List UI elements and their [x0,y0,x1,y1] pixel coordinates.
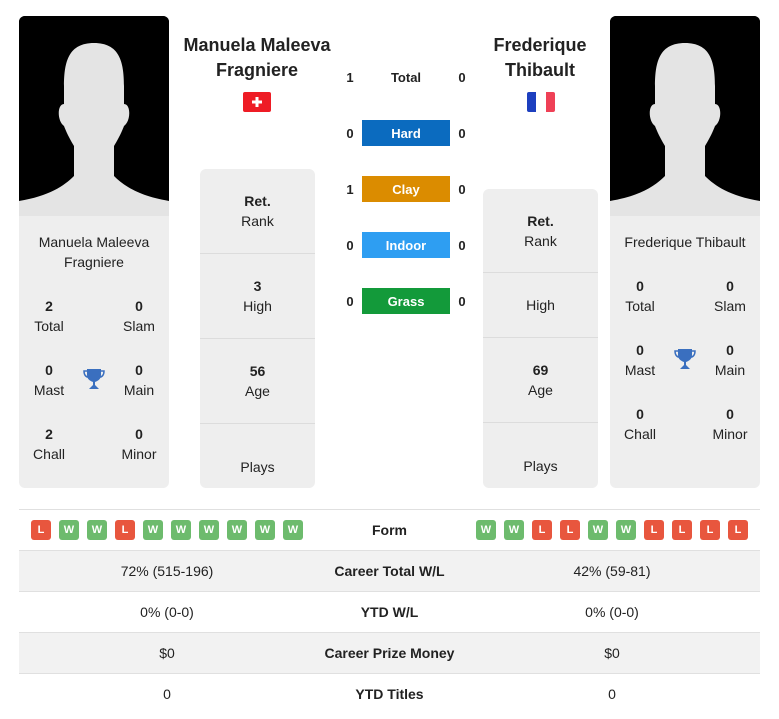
ytd-wl-right: 0% (0-0) [585,604,639,620]
h2h-indoor-right: 0 [458,237,466,253]
player-left-photo [19,16,169,216]
surface-hard-button[interactable]: Hard [362,120,450,146]
prize-money-label: Career Prize Money [324,645,455,661]
titles-main: 0 Main [123,362,155,398]
player-left-card-name[interactable]: Manuela Maleeva Fragniere [19,232,169,272]
titles-chall: 0 Chall [624,406,656,442]
info-age: 56 Age [200,339,315,424]
form-badge-win[interactable]: W [476,520,496,540]
switzerland-flag-icon [243,92,271,112]
info-age: 69 Age [483,338,598,423]
form-right: WWLLWWLLLL [464,520,760,540]
h2h-hard-right: 0 [458,125,466,141]
player-right-card-name[interactable]: Frederique Thibault [610,232,760,252]
titles-mast: 0 Mast [33,362,65,398]
prize-money-left: $0 [159,645,175,661]
titles-total: 2 Total [34,298,64,334]
form-badge-loss[interactable]: L [532,520,552,540]
form-badge-win[interactable]: W [87,520,107,540]
table-row: 0% (0-0) YTD W/L 0% (0-0) [19,591,760,632]
h2h-hard-left: 0 [346,125,354,141]
h2h-hard-row: 0 Hard 0 [340,120,475,146]
form-badge-loss[interactable]: L [560,520,580,540]
ytd-titles-right: 0 [608,686,616,702]
h2h-total-row: 1 Total 0 [340,64,475,90]
player-right-name[interactable]: Frederique Thibault [470,33,610,83]
form-badge-win[interactable]: W [504,520,524,540]
form-badge-win[interactable]: W [255,520,275,540]
form-badge-win[interactable]: W [171,520,191,540]
info-plays: Plays [240,458,275,475]
h2h-grass-row: 0 Grass 0 [340,288,475,314]
silhouette-icon [610,16,760,216]
titles-mast: 0 Mast [624,342,656,378]
table-row: 72% (515-196) Career Total W/L 42% (59-8… [19,550,760,591]
h2h-grass-left: 0 [346,293,354,309]
h2h-indoor-left: 0 [346,237,354,253]
surface-clay-button[interactable]: Clay [362,176,450,202]
info-high: 3 High [200,254,315,339]
titles-slam: 0 Slam [714,278,746,314]
prize-money-right: $0 [604,645,620,661]
titles-chall: 2 Chall [33,426,65,462]
info-rank: Ret. Rank [200,169,315,254]
form-badge-loss[interactable]: L [31,520,51,540]
form-badge-loss[interactable]: L [728,520,748,540]
h2h-total-left: 1 [346,69,354,85]
form-left: LWWLWWWWWW [19,520,315,540]
silhouette-icon [19,16,169,216]
form-badge-win[interactable]: W [283,520,303,540]
ytd-titles-left: 0 [163,686,171,702]
surface-grass-button[interactable]: Grass [362,288,450,314]
ytd-wl-label: YTD W/L [360,604,419,620]
ytd-titles-label: YTD Titles [355,686,424,702]
player-left-name[interactable]: Manuela Maleeva Fragniere [172,33,342,83]
h2h-total-right: 0 [458,69,466,85]
player-left-info: Ret. Rank 3 High 56 Age Plays [200,169,315,488]
form-badge-loss[interactable]: L [115,520,135,540]
player-right-card: Frederique Thibault 0 Total 0 Slam 0 Mast 0… [610,216,760,488]
career-wl-right: 42% (59-81) [573,563,651,579]
h2h-clay-right: 0 [458,181,466,197]
titles-minor: 0 Minor [121,426,157,462]
titles-minor: 0 Minor [712,406,748,442]
titles-total: 0 Total [625,278,655,314]
form-badge-win[interactable]: W [588,520,608,540]
form-badge-win[interactable]: W [199,520,219,540]
player-left-card: Manuela Maleeva Fragniere 2 Total 0 Slam 0… [19,216,169,488]
comparison-table: LWWLWWWWWW Form WWLLWWLLLL 72% (515-196)… [19,509,760,714]
h2h-indoor-row: 0 Indoor 0 [340,232,475,258]
career-wl-label: Career Total W/L [334,563,445,579]
table-row: 0 YTD Titles 0 [19,673,760,714]
form-badge-loss[interactable]: L [644,520,664,540]
surface-indoor-button[interactable]: Indoor [362,232,450,258]
player-right-photo [610,16,760,216]
form-badge-loss[interactable]: L [700,520,720,540]
h2h-clay-row: 1 Clay 0 [340,176,475,202]
table-row: $0 Career Prize Money $0 [19,632,760,673]
form-badge-win[interactable]: W [143,520,163,540]
france-flag-icon [527,92,555,112]
titles-slam: 0 Slam [123,298,155,334]
form-row: LWWLWWWWWW Form WWLLWWLLLL [19,509,760,550]
info-rank: Ret. Rank [483,189,598,273]
career-wl-left: 72% (515-196) [120,563,214,579]
h2h-clay-left: 1 [346,181,354,197]
form-badge-loss[interactable]: L [672,520,692,540]
titles-main: 0 Main [714,342,746,378]
info-high: High [483,273,598,338]
ytd-wl-left: 0% (0-0) [140,604,194,620]
form-label: Form [372,522,407,538]
form-badge-win[interactable]: W [227,520,247,540]
form-badge-win[interactable]: W [59,520,79,540]
form-badge-win[interactable]: W [616,520,636,540]
player-right-info: Ret. Rank High 69 Age Plays [483,189,598,488]
h2h-total-label: Total [390,69,422,85]
h2h-grass-right: 0 [458,293,466,309]
info-plays: Plays [523,457,558,474]
